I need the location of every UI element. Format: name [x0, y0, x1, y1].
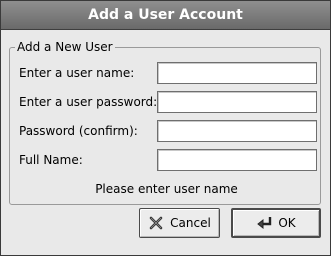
password-confirm-label: Password (confirm): — [19, 124, 138, 138]
full-name-label: Full Name: — [19, 153, 83, 167]
ok-button-label: OK — [278, 216, 296, 230]
group-legend: Add a New User — [15, 39, 115, 55]
cancel-button-label: Cancel — [170, 216, 211, 230]
dialog-window: Add a User Account Add a New User Enter … — [0, 0, 331, 256]
window-title: Add a User Account — [1, 1, 330, 30]
username-field[interactable] — [157, 62, 317, 84]
close-x-icon — [148, 215, 164, 231]
username-label: Enter a user name: — [19, 66, 135, 80]
full-name-field[interactable] — [157, 149, 317, 171]
cancel-button[interactable]: Cancel — [139, 208, 220, 238]
password-field[interactable] — [157, 91, 317, 113]
check-arrow-icon — [256, 215, 272, 231]
password-label: Enter a user password: — [19, 95, 158, 109]
status-message: Please enter user name — [95, 182, 238, 196]
password-confirm-field[interactable] — [157, 120, 317, 142]
ok-button[interactable]: OK — [231, 208, 321, 238]
